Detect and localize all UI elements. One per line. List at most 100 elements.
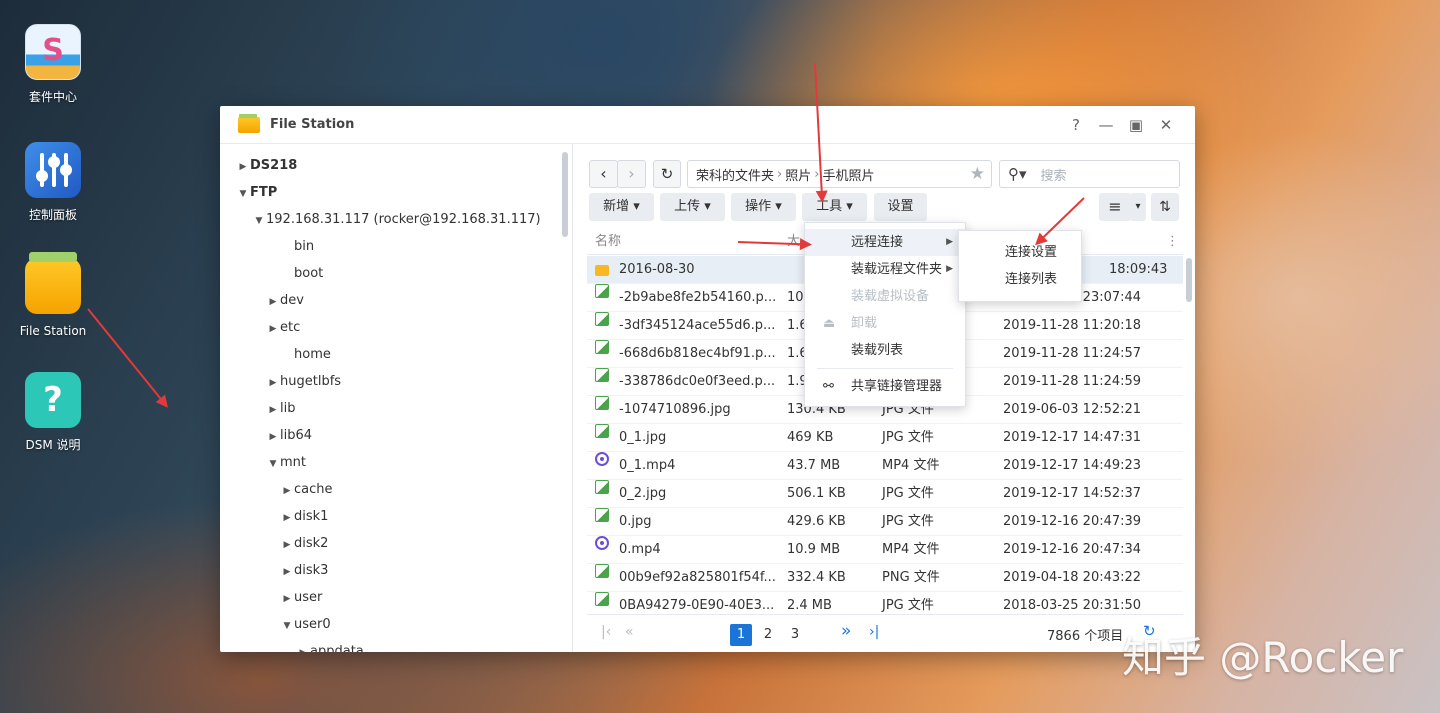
caret-down-icon[interactable]: ▼ (266, 451, 280, 478)
tree-item[interactable]: ▶appdata (220, 638, 572, 652)
caret-right-icon[interactable]: ▶ (266, 424, 280, 451)
desktop-icon-package-center[interactable]: 套件中心 (3, 24, 103, 105)
file-name: 0BA94279-0E90-40E3... (619, 598, 775, 612)
table-row[interactable]: 0.mp4 10.9 MB MP4 文件 2019-12-16 20:47:34 (587, 536, 1183, 564)
tree-item[interactable]: bin (220, 233, 572, 260)
back-button[interactable]: ‹ (589, 160, 618, 188)
tree-item[interactable]: ▶ disk3 (220, 557, 572, 584)
last-page-icon[interactable]: ›| (869, 624, 879, 640)
maximize-button[interactable]: ▣ (1121, 116, 1151, 134)
file-list-scrollbar[interactable] (1186, 258, 1192, 302)
tree-item[interactable]: ▶ cache (220, 476, 572, 503)
mount-list-item[interactable]: 装载列表 (805, 337, 965, 364)
favorite-star-icon[interactable]: ★ (970, 164, 985, 184)
breadcrumb-item[interactable]: 荣科的文件夹 (696, 165, 774, 184)
tree-item[interactable]: ▼ FTP (220, 179, 572, 206)
caret-right-icon[interactable]: ▶ (266, 316, 280, 343)
caret-right-icon[interactable]: ▶ (236, 154, 250, 181)
tree-item[interactable]: ▶ lib64 (220, 422, 572, 449)
eject-icon: ⏏ (823, 316, 836, 331)
help-button[interactable]: ? (1061, 116, 1091, 134)
remote-connection-item[interactable]: 远程连接 ▶ (805, 229, 965, 256)
caret-down-icon[interactable]: ▼ (280, 613, 294, 640)
action-button[interactable]: 操作 ▾ (731, 193, 796, 221)
shared-link-manager-item[interactable]: ⚯ 共享链接管理器 (805, 373, 965, 400)
first-page-icon[interactable]: |‹ (601, 624, 611, 640)
page-1[interactable]: 1 (730, 624, 752, 646)
column-name[interactable]: 名称 (595, 229, 621, 255)
tree-item[interactable]: ▼ 192.168.31.117 (rocker@192.168.31.117) (220, 206, 572, 233)
close-button[interactable]: ✕ (1151, 116, 1181, 134)
file-modified: 2019-12-17 14:47:31 (1003, 430, 1142, 445)
file-modified: 2019-11-28 11:20:18 (1003, 318, 1142, 333)
tree-item[interactable]: ▶ lib (220, 395, 572, 422)
connection-settings-item[interactable]: 连接设置 (959, 239, 1081, 266)
breadcrumb-item[interactable]: 照片 (785, 165, 811, 184)
caret-down-icon[interactable]: ▼ (252, 208, 266, 235)
caret-right-icon[interactable]: ▶ (280, 478, 294, 505)
image-file-icon (595, 284, 609, 298)
list-view-button[interactable]: ≡ (1099, 193, 1131, 221)
forward-button[interactable]: › (617, 160, 646, 188)
tree-item[interactable]: ▶ dev (220, 287, 572, 314)
tree-item[interactable]: ▶ user (220, 584, 572, 611)
caret-right-icon[interactable]: ▶ (280, 586, 294, 613)
tools-button[interactable]: 工具 ▾ (802, 193, 867, 221)
table-row[interactable]: 0_2.jpg 506.1 KB JPG 文件 2019-12-17 14:52:37 (587, 480, 1183, 508)
refresh-button[interactable]: ↻ (653, 160, 681, 188)
caret-right-icon[interactable]: ▶ (266, 289, 280, 316)
table-row[interactable]: 0.jpg 429.6 KB JPG 文件 2019-12-16 20:47:39 (587, 508, 1183, 536)
caret-right-icon[interactable]: ▶ (296, 640, 310, 652)
caret-right-icon[interactable]: ▶ (266, 397, 280, 424)
tree-item[interactable]: ▶ disk2 (220, 530, 572, 557)
column-menu-icon[interactable]: ⋮ (1166, 229, 1179, 255)
minimize-button[interactable]: — (1091, 116, 1121, 134)
view-dropdown-button[interactable]: ▾ (1130, 193, 1146, 221)
page-3[interactable]: 3 (784, 624, 806, 646)
file-modified: 2018-03-25 20:31:50 (1003, 598, 1142, 612)
table-row[interactable]: 0_1.mp4 43.7 MB MP4 文件 2019-12-17 14:49:23 (587, 452, 1183, 480)
next-page-icon[interactable]: » (841, 621, 851, 641)
breadcrumb-item[interactable]: 手机照片 (822, 165, 874, 184)
window-titlebar[interactable]: File Station ? — ▣ ✕ (220, 106, 1195, 144)
tree-item[interactable]: boot (220, 260, 572, 287)
tree-item[interactable]: ▼ mnt (220, 449, 572, 476)
caret-right-icon[interactable]: ▶ (266, 370, 280, 397)
tree-item[interactable]: ▶ hugetlbfs (220, 368, 572, 395)
caret-down-icon[interactable]: ▼ (236, 181, 250, 208)
desktop-icon-dsm-help[interactable]: ? DSM 说明 (3, 372, 103, 453)
breadcrumb[interactable]: 荣科的文件夹 › 照片 › 手机照片 ★ (687, 160, 992, 188)
menu-item-label: 装载远程文件夹 (851, 262, 943, 277)
tree-item[interactable]: ▶ disk1 (220, 503, 572, 530)
desktop-icon-control-panel[interactable]: 控制面板 (3, 142, 103, 223)
upload-button[interactable]: 上传 ▾ (660, 193, 725, 221)
table-row[interactable]: 00b9ef92a825801f54f... 332.4 KB PNG 文件 2019… (587, 564, 1183, 592)
folder-tree: ▶ DS218 ▼ FTP ▼ 192.168.31.117 (rocker@192.16… (220, 144, 573, 652)
search-icon[interactable]: ⚲▾ (1008, 165, 1027, 183)
settings-button[interactable]: 设置 (874, 193, 927, 221)
caret-right-icon[interactable]: ▶ (280, 559, 294, 586)
tree-item-label: lib64 (280, 428, 313, 443)
connection-list-item[interactable]: 连接列表 (959, 266, 1081, 293)
file-name: -1074710896.jpg (619, 402, 731, 417)
breadcrumb-separator: › (777, 166, 783, 182)
search-input[interactable]: ⚲▾ 搜索 (999, 160, 1180, 188)
prev-page-icon[interactable]: « (625, 624, 634, 640)
caret-right-icon[interactable]: ▶ (280, 505, 294, 532)
page-2[interactable]: 2 (757, 624, 779, 646)
sort-button[interactable]: ⇅ (1151, 193, 1179, 221)
tree-item[interactable]: home (220, 341, 572, 368)
tree-item[interactable]: ▼ user0 (220, 611, 572, 638)
table-row[interactable]: 0BA94279-0E90-40E3... 2.4 MB JPG 文件 2018-03… (587, 592, 1183, 612)
image-file-icon (595, 564, 609, 578)
sidebar-scrollbar[interactable] (562, 152, 568, 237)
tree-item[interactable]: ▶ DS218 (220, 152, 572, 179)
desktop-icon-file-station[interactable]: File Station (3, 252, 103, 338)
caret-right-icon[interactable]: ▶ (280, 532, 294, 559)
tools-menu: 远程连接 ▶ 装载远程文件夹 ▶ 装载虚拟设备 ⏏ 卸载 装载列表 ⚯ 共享链接管理器 (804, 222, 966, 407)
create-button[interactable]: 新增 ▾ (589, 193, 654, 221)
file-station-window: File Station ? — ▣ ✕ ▶ DS218 ▼ FTP ▼ 192.168.… (220, 106, 1195, 652)
mount-remote-folder-item[interactable]: 装载远程文件夹 ▶ (805, 256, 965, 283)
table-row[interactable]: 0_1.jpg 469 KB JPG 文件 2019-12-17 14:47:31 (587, 424, 1183, 452)
tree-item[interactable]: ▶ etc (220, 314, 572, 341)
